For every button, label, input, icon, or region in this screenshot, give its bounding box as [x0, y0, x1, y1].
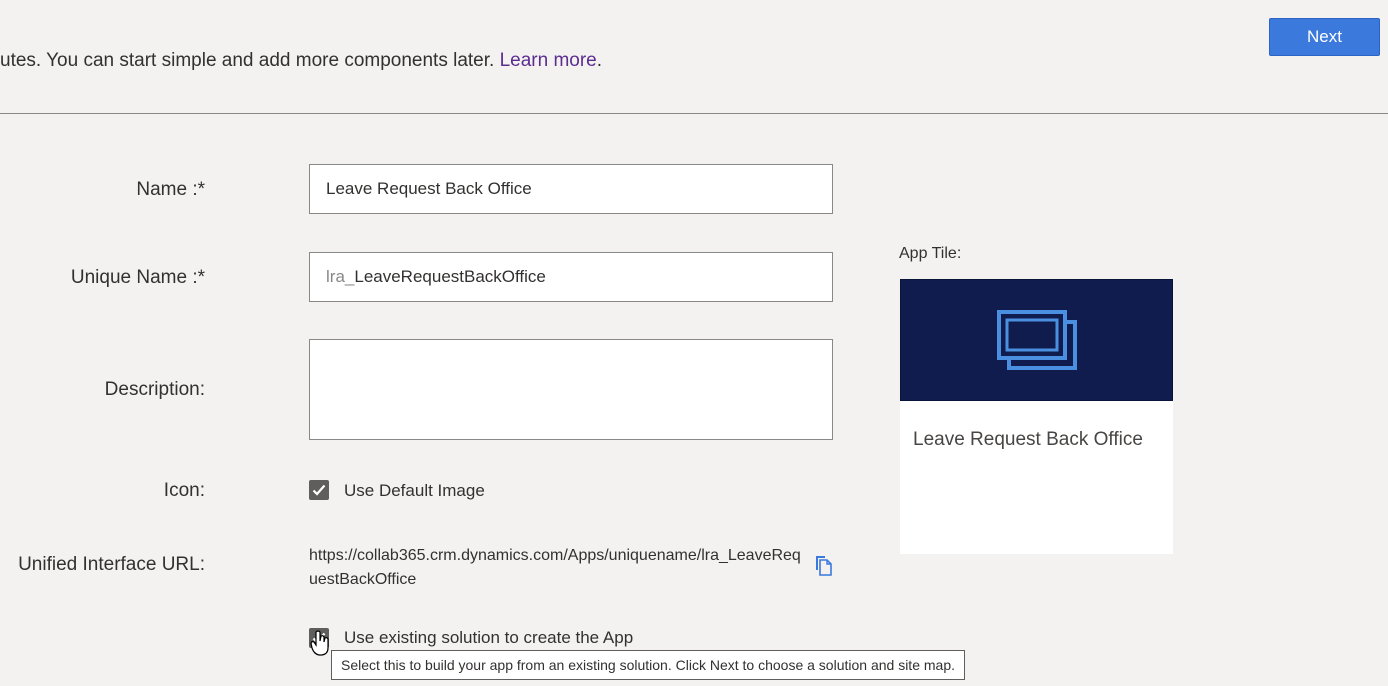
name-input[interactable]: [309, 164, 833, 214]
header-divider: [0, 113, 1388, 114]
unique-name-prefix: lra_: [326, 267, 355, 286]
intro-text: utes. You can start simple and add more …: [0, 50, 602, 72]
description-label: Description:: [104, 379, 205, 400]
unique-name-input[interactable]: lra_ LeaveRequestBackOffice: [309, 252, 833, 302]
app-tile-image: [900, 279, 1173, 401]
existing-solution-tooltip: Select this to build your app from an ex…: [331, 650, 965, 680]
learn-more-link[interactable]: Learn more: [500, 50, 597, 71]
url-label: Unified Interface URL:: [18, 554, 205, 575]
name-label: Name :*: [136, 179, 205, 200]
app-tile-name: Leave Request Back Office: [913, 429, 1143, 450]
copy-icon[interactable]: [813, 554, 833, 576]
next-button[interactable]: Next: [1269, 18, 1380, 56]
use-default-image-checkbox[interactable]: [309, 480, 329, 500]
checkmark-icon: [312, 484, 326, 496]
use-existing-solution-label: Use existing solution to create the App: [344, 628, 634, 647]
unified-interface-url: https://collab365.crm.dynamics.com/Apps/…: [309, 547, 801, 588]
hand-cursor-icon: [310, 630, 330, 656]
app-tile: Leave Request Back Office: [900, 279, 1173, 554]
unique-name-label: Unique Name :*: [70, 267, 205, 288]
use-default-image-label: Use Default Image: [344, 481, 485, 500]
description-textarea[interactable]: [309, 339, 833, 440]
icon-label: Icon:: [163, 480, 205, 501]
unique-name-value: LeaveRequestBackOffice: [354, 267, 546, 286]
intro-period: .: [596, 50, 603, 71]
intro-description: utes. You can start simple and add more …: [0, 50, 495, 71]
app-stack-icon: [996, 310, 1077, 370]
app-tile-label: App Tile:: [899, 245, 962, 262]
